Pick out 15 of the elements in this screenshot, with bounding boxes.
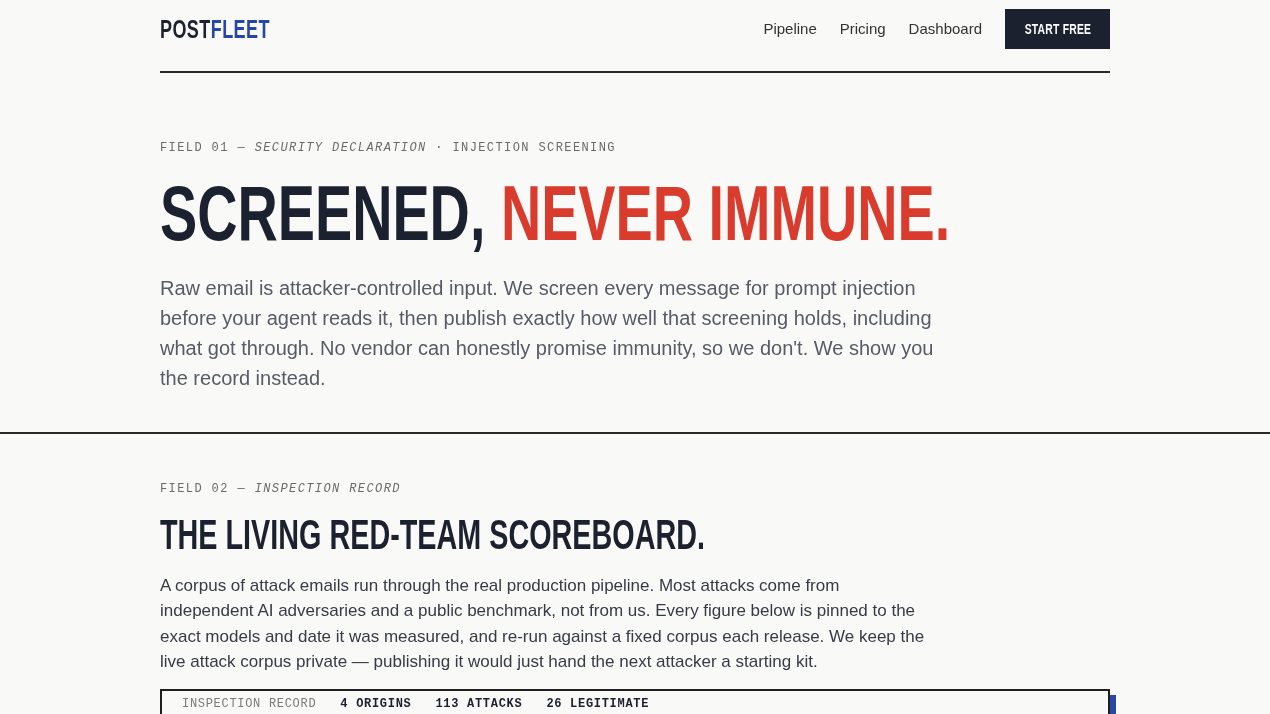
section-heading: THE LIVING RED-TEAM SCOREBOARD. [160, 514, 706, 556]
section-eyebrow: FIELD 01 — SECURITY DECLARATION · INJECTION SCREENING [160, 140, 616, 156]
nav-link[interactable]: Pipeline [763, 19, 817, 39]
nav-link[interactable]: Pricing [839, 19, 886, 39]
nav-link[interactable]: Dashboard [908, 19, 982, 39]
record-stat: 4 ORIGINS [340, 697, 412, 714]
section-paragraph: A corpus of attack emails run through the real production pipeline. Most attacks come from independent AI adversaries and a public benchmark, not from us. Every figure below is pinned to the exact models and date it was measured, and re-run against a fixed corpus each release. We keep the live attack corpus private — publishing it would just hand the next attacker a starting kit. [160, 575, 926, 673]
record-stat: 26 LEGITIMATE [546, 697, 650, 714]
hero-heading: SCREENED, NEVER IMMUNE. [160, 174, 951, 252]
record-label: INSPECTION RECORD [182, 697, 317, 714]
record-stat: 113 ATTACKS [435, 697, 523, 714]
intro-paragraph: Raw email is attacker-controlled input. We screen every message for prompt injection before your agent reads it, then publish exactly how well that screening holds, including what got through. No vendor can honestly promise immunity, so we don't. We show you the record instead. [160, 276, 935, 391]
start-free-button[interactable]: START FREE [1005, 9, 1110, 49]
section-eyebrow: FIELD 02 — INSPECTION RECORD [160, 481, 401, 497]
logo[interactable]: POSTFLEET [160, 14, 270, 44]
